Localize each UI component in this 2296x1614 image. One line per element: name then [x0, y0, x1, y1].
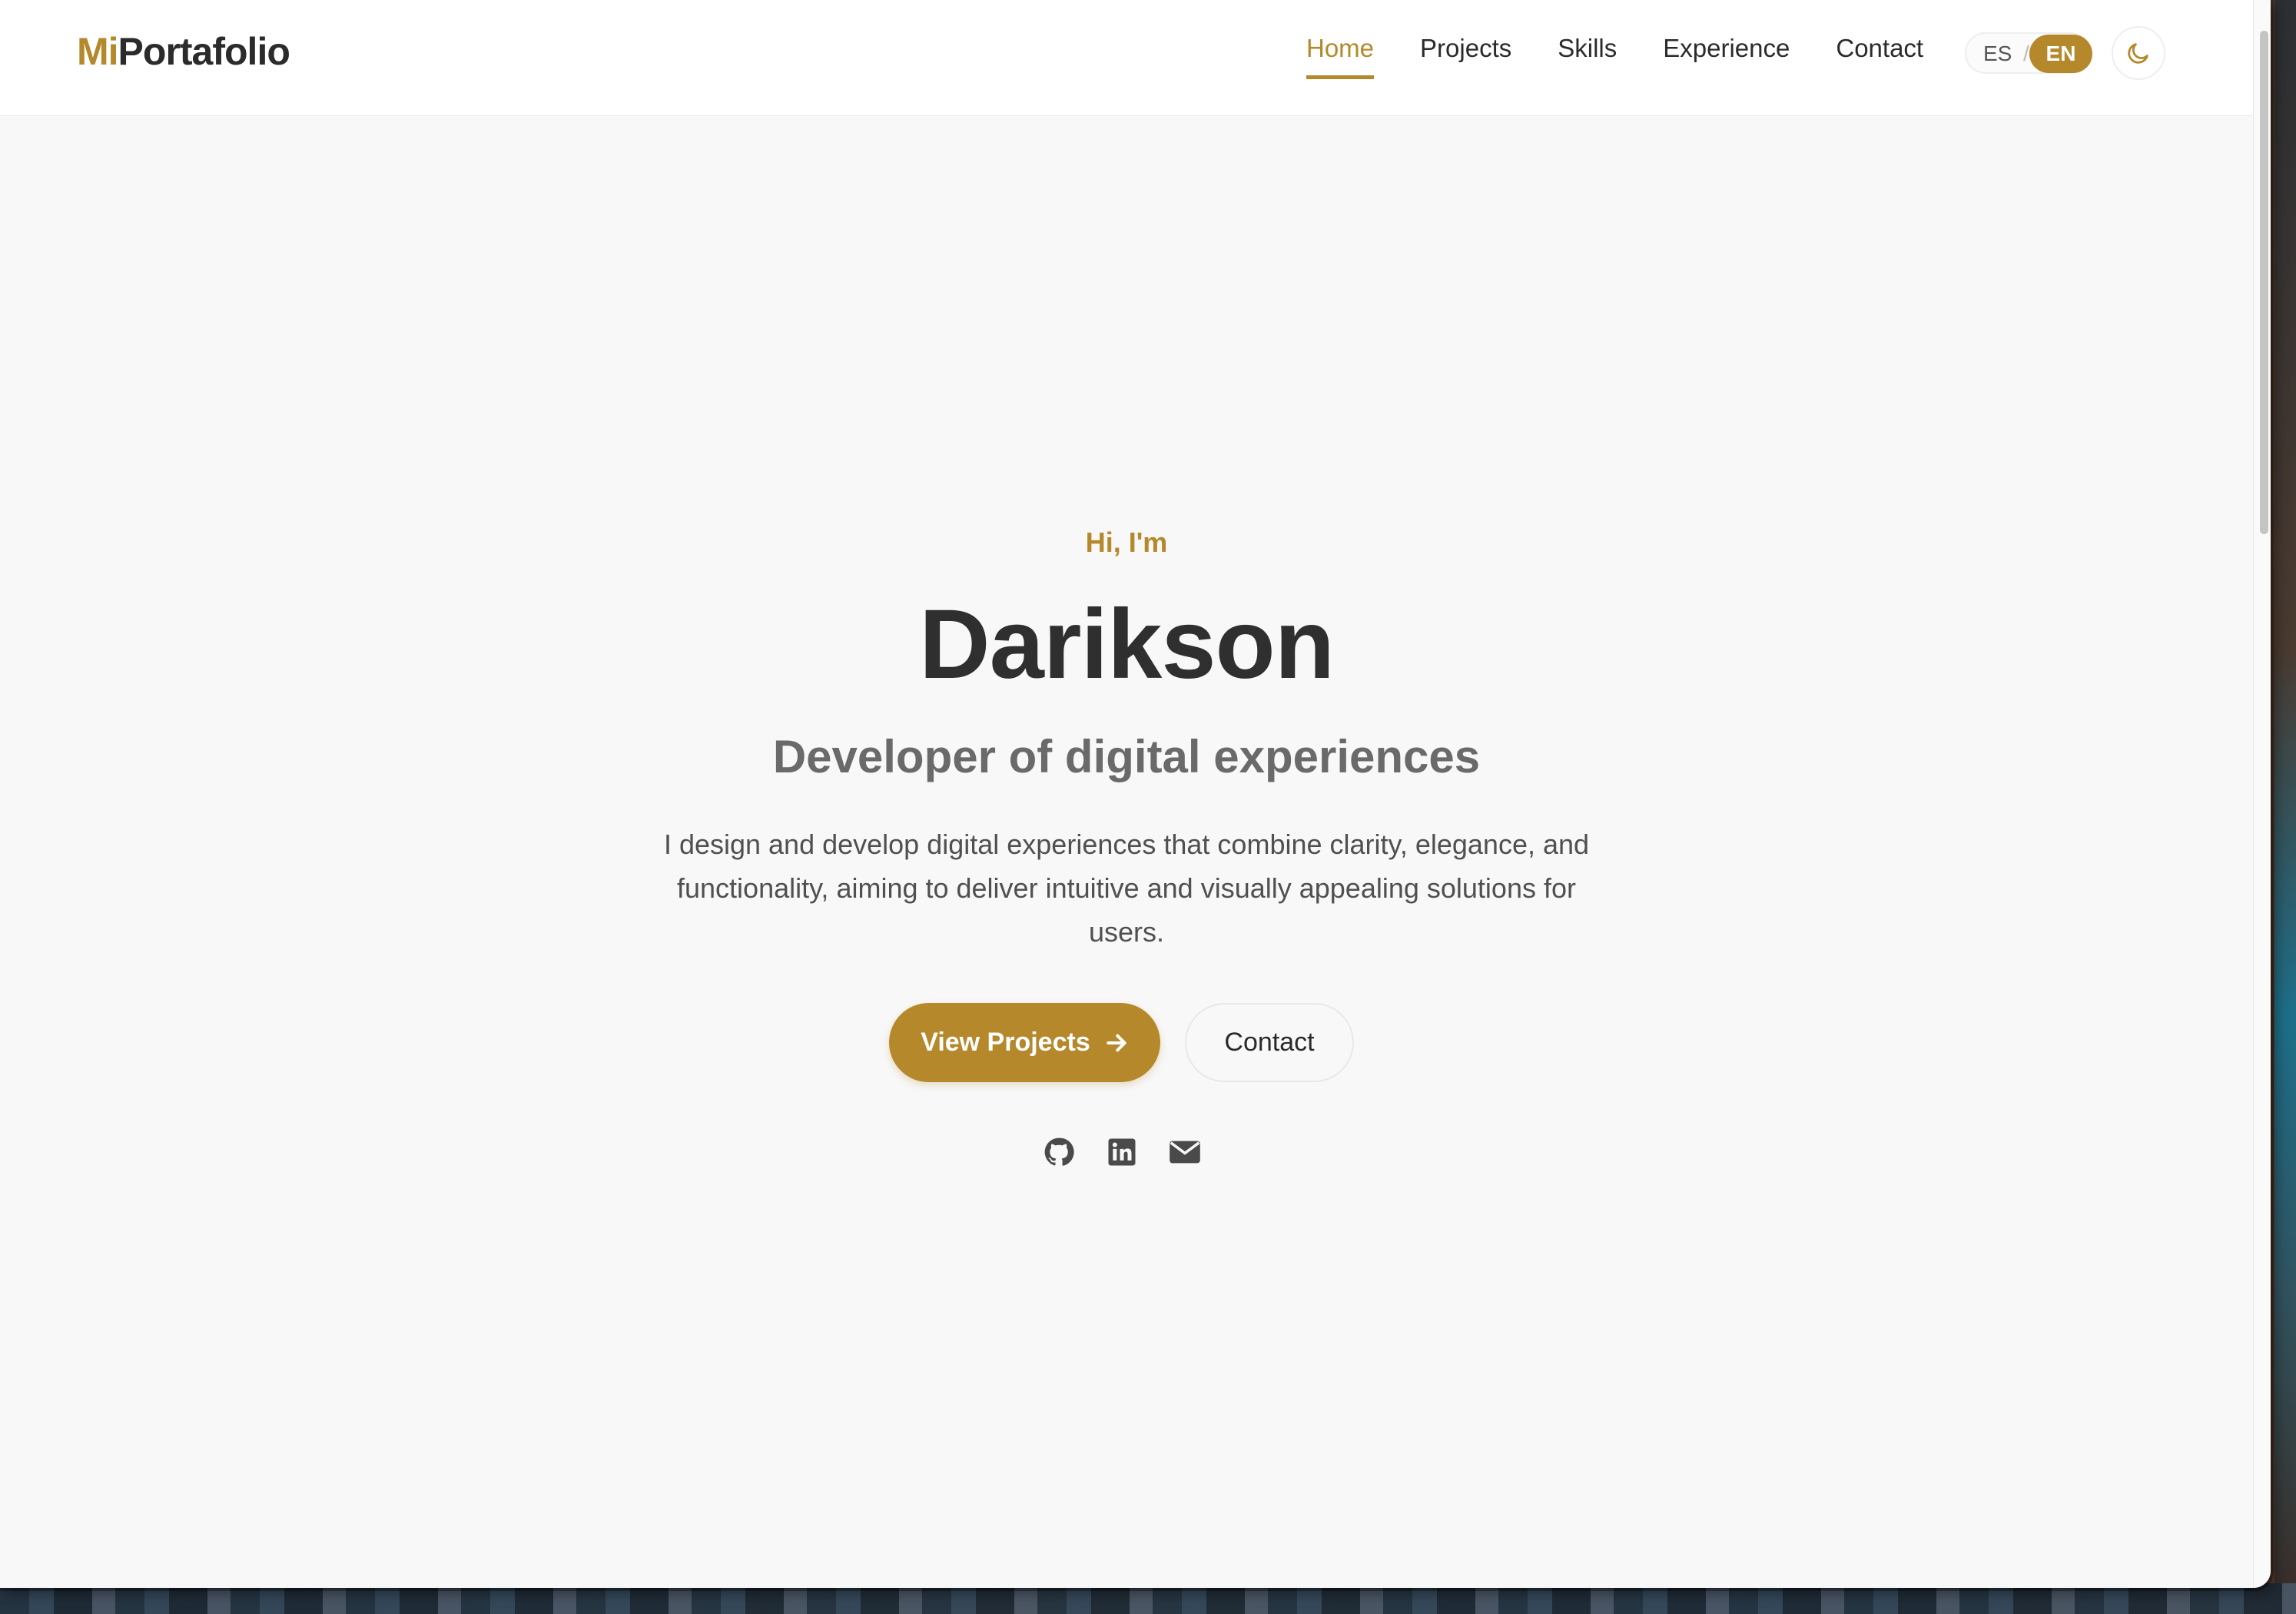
arrow-right-icon: [1107, 1034, 1126, 1051]
github-icon: [1044, 1137, 1074, 1166]
contact-button[interactable]: Contact: [1185, 1003, 1354, 1082]
hero-subtitle: Developer of digital experiences: [772, 731, 1481, 782]
linkedin-icon: [1108, 1138, 1136, 1166]
moon-icon: [2128, 43, 2148, 64]
view-projects-label: View Projects: [921, 1028, 1090, 1057]
email-link[interactable]: [1168, 1135, 1202, 1169]
site-logo[interactable]: MiPortafolio: [77, 29, 290, 74]
linkedin-link[interactable]: [1105, 1135, 1139, 1169]
nav-contact[interactable]: Contact: [1836, 34, 1923, 79]
main-nav: Home Projects Skills Experience Contact: [1306, 34, 1969, 79]
desktop-background-right: [2274, 0, 2296, 1614]
nav-experience[interactable]: Experience: [1663, 34, 1790, 79]
view-projects-button[interactable]: View Projects: [889, 1003, 1160, 1082]
portfolio-page: MiPortafolio Home Projects Skills Experi…: [0, 0, 2253, 1588]
social-links: [1042, 1135, 1202, 1169]
theme-toggle-button[interactable]: [2112, 26, 2165, 80]
logo-text: Portafolio: [118, 30, 290, 73]
github-link[interactable]: [1042, 1135, 1076, 1169]
language-toggle[interactable]: ES / EN: [1965, 32, 2092, 74]
browser-window: MiPortafolio Home Projects Skills Experi…: [0, 0, 2271, 1588]
hero-description: I design and develop digital experiences…: [663, 829, 1590, 948]
scrollbar-thumb[interactable]: [2260, 31, 2268, 534]
hero-name: Darikson: [919, 589, 1335, 699]
language-en[interactable]: EN: [2029, 35, 2092, 73]
nav-home[interactable]: Home: [1306, 34, 1375, 79]
nav-skills[interactable]: Skills: [1558, 34, 1617, 79]
hero-greeting: Hi, I'm: [1085, 526, 1168, 558]
language-separator: /: [2023, 42, 2029, 65]
desktop-background-bottom: [0, 1583, 2296, 1614]
email-icon: [1170, 1141, 1200, 1164]
logo-accent: Mi: [77, 30, 119, 73]
site-header: MiPortafolio Home Projects Skills Experi…: [0, 0, 2253, 115]
language-es[interactable]: ES: [1983, 42, 2012, 66]
nav-projects[interactable]: Projects: [1420, 34, 1511, 79]
